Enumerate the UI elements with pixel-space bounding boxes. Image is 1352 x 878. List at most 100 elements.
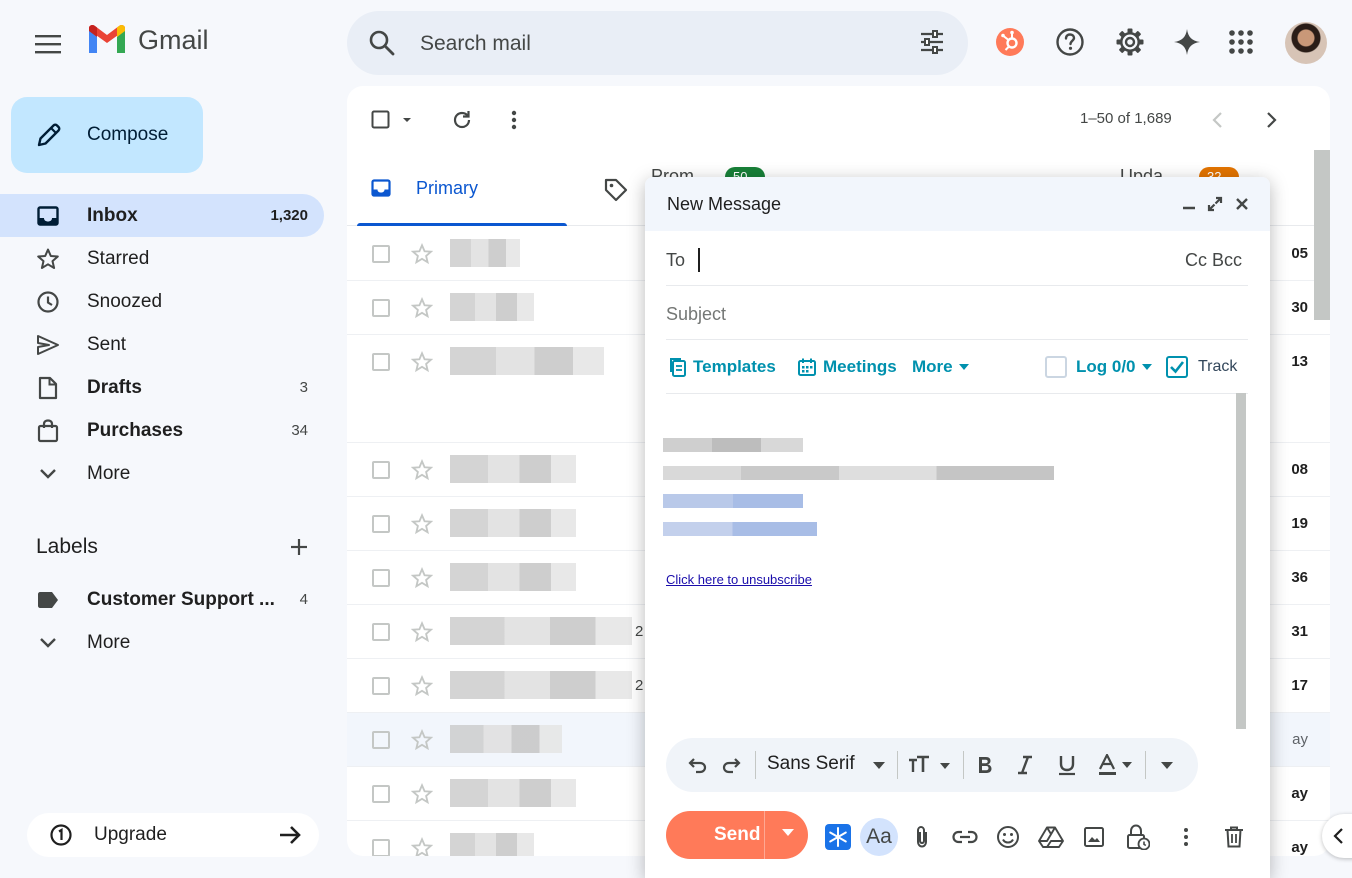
row-checkbox[interactable] bbox=[372, 839, 390, 856]
search-input[interactable]: Search mail bbox=[420, 32, 531, 56]
main-menu-icon[interactable] bbox=[24, 24, 72, 64]
row-checkbox[interactable] bbox=[372, 299, 390, 317]
star-icon[interactable] bbox=[411, 837, 433, 856]
fullscreen-icon[interactable] bbox=[1206, 195, 1224, 213]
to-field[interactable]: To Cc Bcc bbox=[666, 232, 1248, 286]
row-checkbox[interactable] bbox=[372, 677, 390, 695]
sidebar-item-purchases[interactable]: Purchases 34 bbox=[0, 409, 324, 452]
apps-grid-icon[interactable] bbox=[1221, 22, 1261, 62]
row-checkbox[interactable] bbox=[372, 623, 390, 641]
templates-button[interactable]: Templates bbox=[669, 357, 776, 377]
search-options-icon[interactable] bbox=[918, 28, 946, 56]
sidebar-item-sent[interactable]: Sent bbox=[0, 323, 324, 366]
sidebar-labels-more[interactable]: More bbox=[0, 621, 324, 664]
log-menu[interactable]: Log 0/0 bbox=[1076, 357, 1152, 377]
settings-gear-icon[interactable] bbox=[1110, 22, 1150, 62]
next-page-icon[interactable] bbox=[1266, 108, 1278, 132]
hubspot-more-menu[interactable]: More bbox=[912, 357, 969, 377]
row-date: 31 bbox=[1291, 623, 1308, 640]
refresh-icon[interactable] bbox=[451, 108, 473, 132]
sidebar-item-starred[interactable]: Starred bbox=[0, 237, 324, 280]
mail-list-scrollbar[interactable] bbox=[1314, 150, 1330, 320]
star-icon[interactable] bbox=[411, 243, 433, 265]
sidebar-item-label: Starred bbox=[87, 248, 150, 269]
snowflake-extension-icon[interactable] bbox=[824, 823, 852, 851]
row-checkbox[interactable] bbox=[372, 515, 390, 533]
bold-icon[interactable] bbox=[976, 753, 994, 777]
log-checkbox[interactable] bbox=[1045, 356, 1067, 378]
cc-bcc-toggle[interactable]: Cc Bcc bbox=[1185, 250, 1242, 271]
track-checkbox[interactable] bbox=[1166, 356, 1188, 378]
row-checkbox[interactable] bbox=[372, 245, 390, 263]
underline-icon[interactable] bbox=[1058, 753, 1076, 777]
hubspot-icon[interactable] bbox=[990, 22, 1030, 62]
star-icon[interactable] bbox=[411, 675, 433, 697]
inbox-icon bbox=[36, 204, 60, 228]
row-checkbox[interactable] bbox=[372, 569, 390, 587]
account-avatar[interactable] bbox=[1285, 22, 1327, 64]
text-color-icon[interactable] bbox=[1098, 753, 1132, 777]
tab-primary[interactable]: Primary bbox=[357, 154, 567, 226]
google-drive-icon[interactable] bbox=[1037, 823, 1065, 851]
row-checkbox[interactable] bbox=[372, 785, 390, 803]
compose-button[interactable]: Compose bbox=[11, 97, 203, 173]
row-checkbox[interactable] bbox=[372, 731, 390, 749]
star-icon[interactable] bbox=[411, 783, 433, 805]
star-icon[interactable] bbox=[411, 297, 433, 319]
discard-draft-icon[interactable] bbox=[1220, 823, 1248, 851]
row-date: 05 bbox=[1291, 245, 1308, 262]
row-date: ay bbox=[1292, 731, 1308, 748]
sidebar-item-more[interactable]: More bbox=[0, 452, 324, 495]
more-vert-icon[interactable] bbox=[511, 108, 517, 132]
font-size-icon[interactable] bbox=[908, 753, 952, 777]
compose-header[interactable]: New Message bbox=[645, 177, 1270, 231]
star-icon[interactable] bbox=[411, 567, 433, 589]
formatting-options-icon[interactable]: Aa bbox=[860, 818, 898, 856]
unsubscribe-link[interactable]: Click here to unsubscribe bbox=[666, 572, 812, 587]
gemini-sparkle-icon[interactable] bbox=[1167, 22, 1207, 62]
insert-link-icon[interactable] bbox=[951, 823, 979, 851]
attach-file-icon[interactable] bbox=[908, 823, 936, 851]
confidential-mode-icon[interactable] bbox=[1124, 823, 1152, 851]
row-checkbox[interactable] bbox=[372, 461, 390, 479]
italic-icon[interactable] bbox=[1017, 753, 1033, 777]
star-icon[interactable] bbox=[411, 621, 433, 643]
star-icon[interactable] bbox=[411, 351, 433, 373]
add-label-icon[interactable] bbox=[287, 535, 311, 559]
more-formatting-icon[interactable] bbox=[1161, 753, 1173, 777]
close-icon[interactable] bbox=[1233, 195, 1251, 213]
pencil-icon bbox=[37, 123, 61, 147]
search-bar[interactable]: Search mail bbox=[347, 11, 968, 75]
minimize-icon[interactable] bbox=[1180, 195, 1198, 213]
sidebar-item-inbox[interactable]: Inbox 1,320 bbox=[0, 194, 324, 237]
upgrade-button[interactable]: Upgrade bbox=[27, 813, 319, 857]
meetings-button[interactable]: Meetings bbox=[797, 357, 897, 377]
track-label: Track bbox=[1198, 358, 1238, 375]
redo-icon[interactable] bbox=[721, 753, 741, 777]
insert-photo-icon[interactable] bbox=[1080, 823, 1108, 851]
emoji-icon[interactable] bbox=[994, 823, 1022, 851]
compose-body-scrollbar[interactable] bbox=[1236, 393, 1246, 729]
tab-active-indicator bbox=[357, 223, 567, 226]
undo-icon[interactable] bbox=[688, 753, 708, 777]
star-icon[interactable] bbox=[411, 729, 433, 751]
star-icon[interactable] bbox=[411, 459, 433, 481]
prev-page-icon[interactable] bbox=[1211, 108, 1223, 132]
send-button[interactable]: Send bbox=[666, 811, 808, 859]
search-icon[interactable] bbox=[367, 28, 397, 58]
subject-input[interactable]: Subject bbox=[666, 304, 726, 325]
select-all-checkbox[interactable] bbox=[371, 108, 415, 132]
gmail-logo[interactable]: Gmail bbox=[86, 24, 209, 56]
more-options-icon[interactable] bbox=[1172, 823, 1200, 851]
sidebar-item-snoozed[interactable]: Snoozed bbox=[0, 280, 324, 323]
row-checkbox[interactable] bbox=[372, 353, 390, 371]
caret-down-icon[interactable] bbox=[873, 753, 885, 777]
star-icon[interactable] bbox=[411, 513, 433, 535]
sidebar-label-customer-support[interactable]: Customer Support ... 4 bbox=[0, 578, 324, 621]
meetings-label: Meetings bbox=[823, 357, 897, 376]
subject-field[interactable]: Subject bbox=[666, 286, 1248, 340]
send-options-icon[interactable] bbox=[782, 829, 794, 837]
help-icon[interactable] bbox=[1050, 22, 1090, 62]
sidebar-item-drafts[interactable]: Drafts 3 bbox=[0, 366, 324, 409]
font-family-select[interactable]: Sans Serif bbox=[767, 753, 855, 775]
